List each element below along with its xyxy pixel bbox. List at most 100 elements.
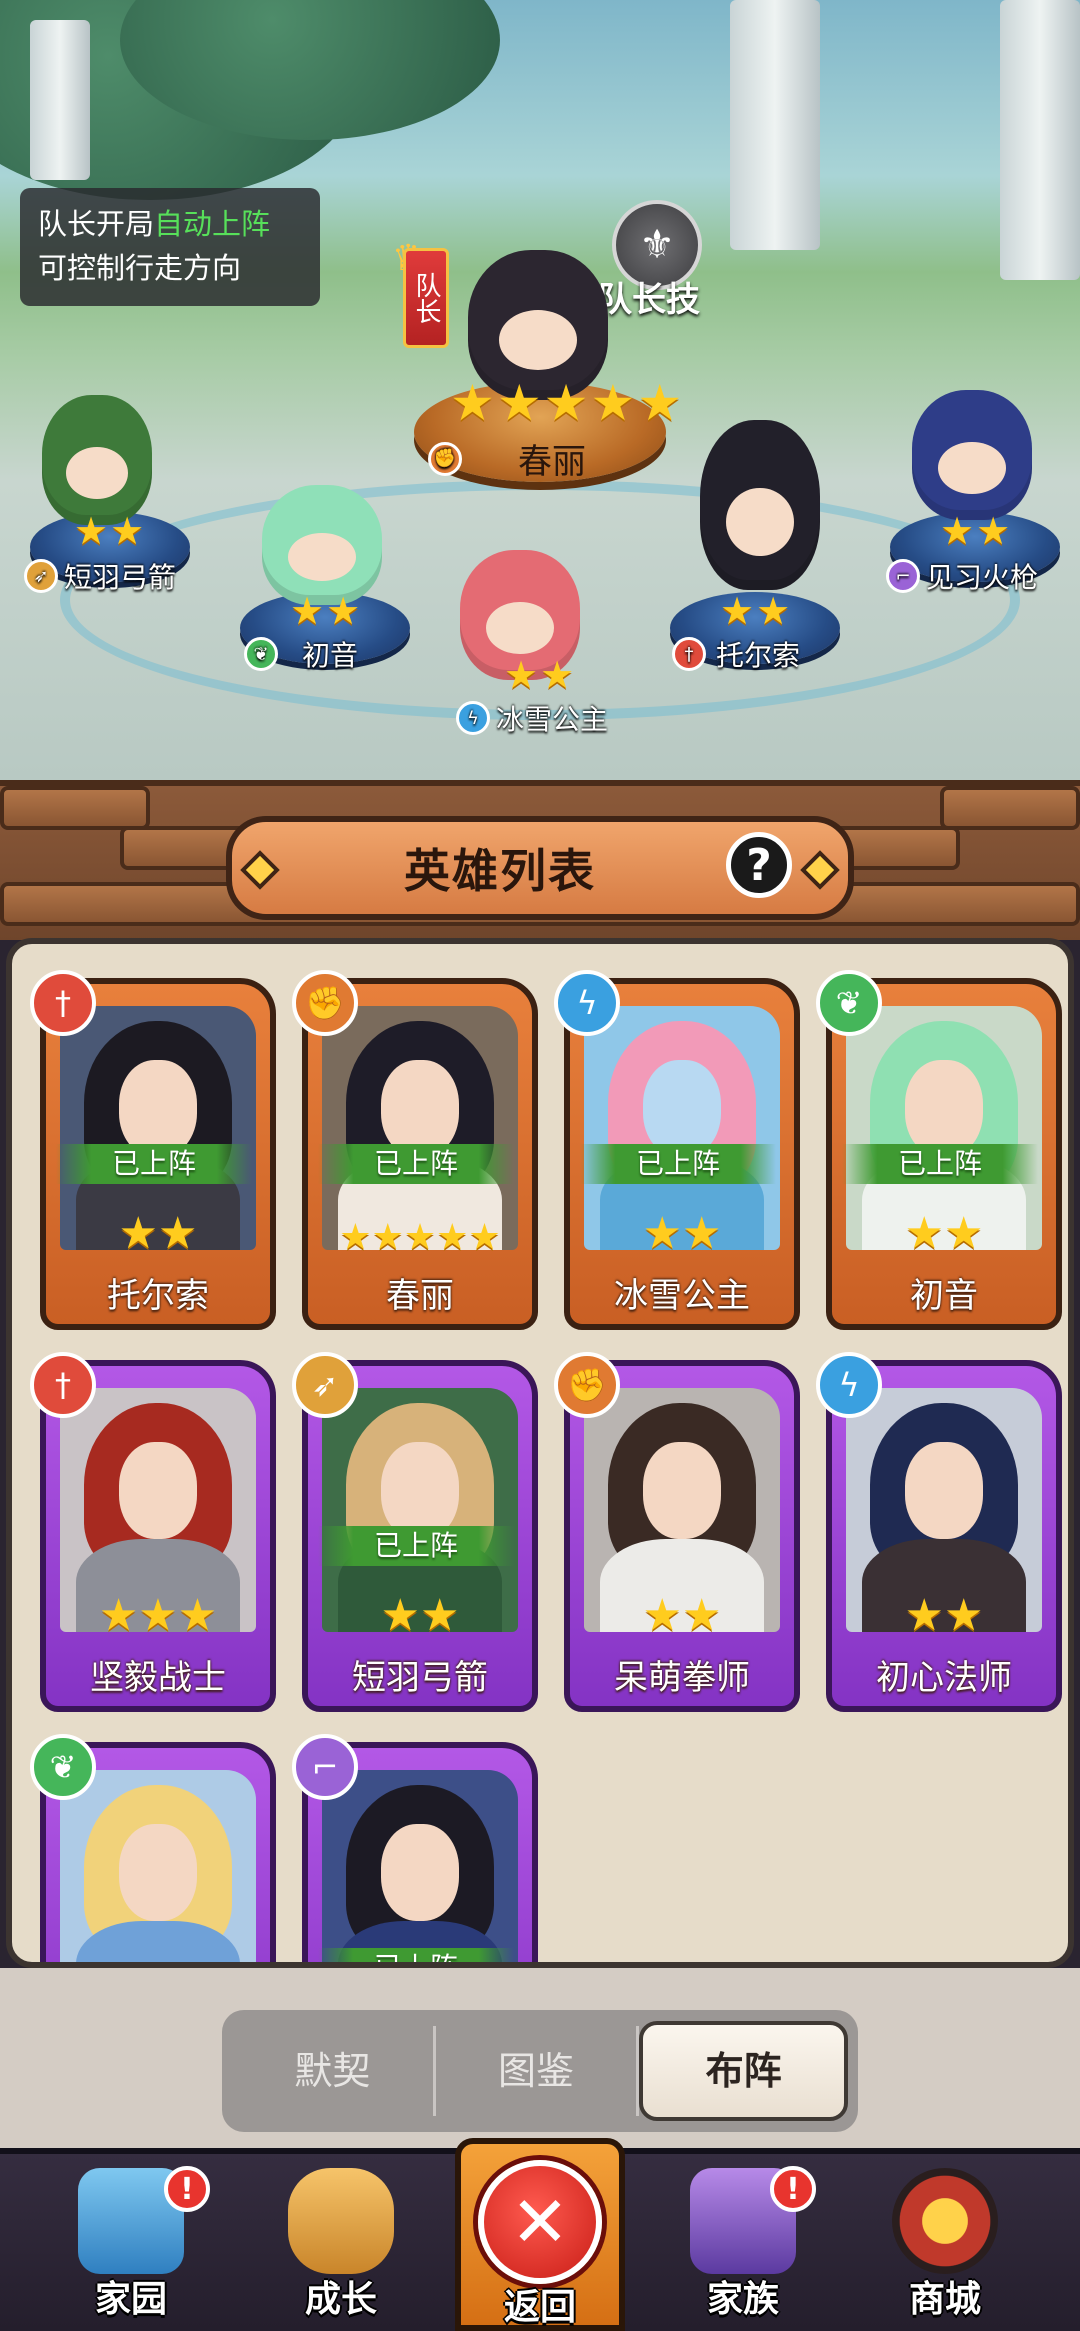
hero-name: 呆萌拳师 [614,1658,750,1698]
hero-figure-archer[interactable] [42,395,152,525]
tab-formation[interactable]: 布阵 [639,2021,849,2121]
diamond-ornament [800,850,840,890]
mage-class-icon: ϟ [554,970,620,1036]
nav-shop[interactable]: 商城 [860,2160,1030,2330]
diamond-ornament [240,850,280,890]
hero-name: 冰雪公主 [614,1276,750,1316]
star-icon: ★ [720,589,755,633]
shop-coin-icon [892,2168,998,2274]
tab-codex[interactable]: 图鉴 [436,2021,637,2121]
portrait-face [380,1059,460,1158]
deployed-banner: 已上阵 [318,1144,514,1184]
star-icon: ★ [756,589,791,633]
star-icon: ★ [496,374,542,432]
hero-card-torso[interactable]: 已上阵 ★ ★ 托尔索 † [30,970,276,1330]
hero-stars: ★ ★ [940,512,1010,550]
hero-face [288,533,356,581]
muscle-icon [288,2168,394,2274]
hero-name: 初心法师 [876,1658,1012,1698]
leaf-class-icon: ❦ [816,970,882,1036]
star-icon: ★ [110,509,145,553]
portrait-face [642,1441,722,1540]
hero-stars: ★ ★ [832,1212,1056,1256]
hero-stars: ★ ★ ★ ★ ★ [308,1220,532,1256]
star-icon: ★ [138,1590,178,1641]
tip-highlight: 自动上阵 [154,207,271,241]
captain-skill-label: 队长技 [598,280,700,320]
hero-card-chuyin[interactable]: 已上阵 ★ ★ 初音 ❦ [816,970,1062,1330]
sword-class-icon: † [30,970,96,1036]
portrait-face [904,1059,984,1158]
hero-name: 短羽弓箭 [64,561,177,594]
star-icon: ★ [118,1208,158,1259]
hero-card-boxer[interactable]: ★ ★ 呆萌拳师 ✊ [554,1352,800,1712]
hero-figure-chuyin[interactable] [262,485,382,605]
hero-card-chunli[interactable]: 已上阵 ★ ★ ★ ★ ★ 春丽 ✊ [292,970,538,1330]
hero-stars: ★ ★ [308,1594,532,1638]
hero-stars: ★ ★ [720,592,790,630]
star-icon: ★ [371,1217,404,1258]
leaf-class-icon: ❦ [244,637,278,671]
nav-home[interactable]: ! 家园 [46,2160,216,2330]
hero-portrait [60,1770,256,1962]
star-icon: ★ [590,374,636,432]
star-icon: ★ [98,1590,139,1641]
hero-card-partial[interactable]: ❦ [30,1734,276,1962]
hero-name: 春丽 [386,1276,454,1316]
nav-back[interactable]: 返回 [455,2168,625,2331]
hero-card-novice-mage[interactable]: ★ ★ 初心法师 ϟ [816,1352,1062,1712]
star-icon: ★ [904,1208,944,1259]
hero-name-tag: ➶ 短羽弓箭 [24,556,176,596]
formation-scene: 队长开局自动上阵 可控制行走方向 ⚜ 队长技 ♛ 队长 ★★★★★ ✊ 春丽 ★… [0,0,1080,800]
star-icon: ★ [326,589,361,633]
nav-growth[interactable]: 成长 [256,2160,426,2330]
help-icon[interactable]: ? [726,832,792,898]
hero-stars: ★ ★ ★ [46,1594,270,1638]
star-icon: ★ [682,1208,722,1259]
star-icon: ★ [420,1590,460,1641]
hero-figure-torso[interactable] [700,420,820,590]
star-icon: ★ [642,1208,682,1259]
captain-skill-button[interactable]: ⚜ 队长技 [598,200,748,320]
alert-icon: ! [770,2166,816,2212]
nav-label: 成长 [304,2279,377,2320]
hero-card-gunner[interactable]: 已上阵 ⌐ [292,1734,538,1962]
hero-card-icequeen[interactable]: 已上阵 ★ ★ 冰雪公主 ϟ [554,970,800,1330]
ruin-pillar [1000,0,1080,280]
gun-class-icon: ⌐ [292,1734,358,1800]
portrait-face [642,1059,722,1158]
portrait-face [118,1823,198,1922]
nav-label: 家族 [706,2279,779,2320]
portrait-face [904,1441,984,1540]
star-icon: ★ [543,374,589,432]
mage-class-icon: ϟ [456,701,490,735]
hero-figure-gunner[interactable] [912,390,1032,520]
hero-card-archer[interactable]: 已上阵 ★ ★ 短羽弓箭 ➶ [292,1352,538,1712]
tab-synergy[interactable]: 默契 [232,2021,433,2121]
hero-card-warrior[interactable]: ★ ★ ★ 坚毅战士 † [30,1352,276,1712]
tip-text: 可控制行走方向 [38,251,242,285]
hero-name-tag: ✊ 春丽 [428,434,586,483]
star-icon: ★ [450,374,495,432]
star-icon: ★ [436,1217,469,1258]
alert-icon: ! [164,2166,210,2212]
star-icon: ★ [403,1217,437,1258]
fist-class-icon: ✊ [554,1352,620,1418]
star-icon: ★ [290,589,325,633]
star-icon: ★ [504,653,539,697]
hero-list[interactable]: 已上阵 ★ ★ 托尔索 † 已上阵 ★ ★ ★ ★ ★ 春丽 ✊ 已上阵 ★ ★ 冰雪公主 … [6,938,1074,1968]
hero-list-title: 英雄列表 [404,844,596,898]
portrait-face [118,1441,198,1540]
deployed-banner: 已上阵 [318,1526,514,1566]
hero-name: 托尔索 [716,639,801,672]
star-icon: ★ [468,1217,501,1258]
star-icon: ★ [637,374,683,432]
nav-label: 家园 [94,2279,167,2320]
star-icon: ★ [682,1590,722,1641]
ruin-pillar [30,20,90,180]
nav-clan[interactable]: ! 家族 [658,2160,828,2330]
hero-name: 春丽 [518,442,586,482]
tip-text: 队长开局 [38,207,155,241]
hero-face [498,310,578,370]
hero-name: 托尔索 [107,1276,209,1316]
